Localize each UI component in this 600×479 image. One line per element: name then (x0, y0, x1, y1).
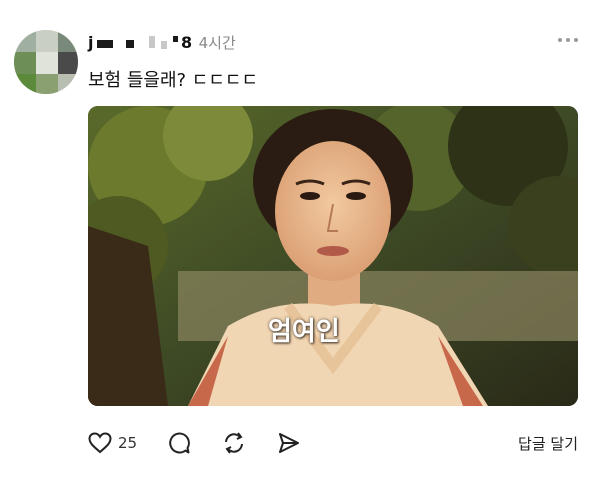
more-horizontal-icon[interactable] (558, 38, 578, 42)
username[interactable]: j 8 (88, 33, 193, 52)
username-redaction (160, 41, 167, 49)
heart-icon (88, 432, 112, 454)
post-header: j 8 4시간 (88, 29, 236, 55)
like-count: 25 (118, 434, 138, 452)
image-caption: 엄여인 (268, 317, 340, 347)
post-image[interactable]: 엄여인 (88, 106, 578, 406)
share-button[interactable] (277, 431, 301, 455)
username-redaction (148, 36, 155, 48)
username-end: 8 (180, 32, 193, 52)
avatar[interactable] (14, 30, 78, 94)
username-redaction (172, 36, 178, 42)
more-dot (566, 38, 570, 42)
comment-button[interactable] (167, 431, 191, 455)
username-redaction (96, 40, 113, 48)
more-dot (574, 38, 578, 42)
post-text: 보험 들을래? ㄷㄷㄷㄷ (88, 70, 259, 91)
reply-button[interactable]: 답글 달기 (518, 433, 578, 454)
comment-icon (169, 432, 190, 454)
action-bar: 25 답글 달기 (88, 426, 578, 460)
username-redaction (125, 40, 134, 48)
share-icon (279, 433, 300, 453)
username-start: j (88, 32, 94, 52)
more-dot (558, 38, 562, 42)
portrait-photo (88, 106, 578, 406)
repost-icon (225, 432, 244, 454)
timestamp: 4시간 (198, 33, 236, 52)
repost-button[interactable] (221, 431, 247, 455)
like-button[interactable]: 25 (88, 432, 137, 454)
